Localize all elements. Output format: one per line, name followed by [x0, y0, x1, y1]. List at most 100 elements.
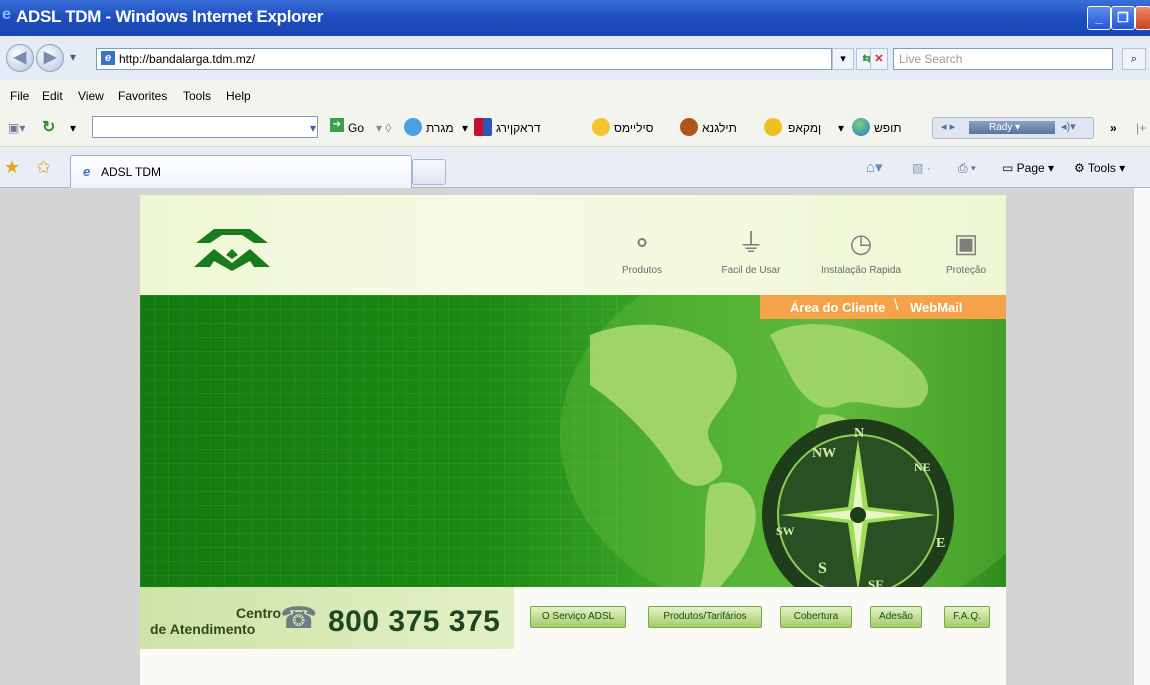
globe-icon [852, 118, 870, 136]
history-dropdown-icon[interactable]: ▾ [70, 50, 76, 64]
atendimento-label: de Atendimento [150, 621, 256, 637]
produtos-tarifarios-button[interactable]: Produtos/Tarifários [648, 606, 762, 628]
nav-instalacao-rapida[interactable]: ◷ Instalação Rapida [816, 225, 906, 276]
cobertura-button[interactable]: Cobertura [780, 606, 852, 628]
web-page: ⚬ Produtos ⏚ Facil de Usar ◷ Instalação … [140, 195, 1006, 685]
window-title: ADSL TDM - Windows Internet Explorer [16, 7, 324, 26]
compass-ne: NE [914, 460, 931, 474]
ie-tab-icon: e [83, 164, 91, 179]
menu-edit[interactable]: Edit [42, 89, 63, 103]
radio-station-select[interactable]: Rady ▾ [969, 121, 1055, 134]
compass-nw: NW [812, 446, 836, 461]
phone-number: 800 375 375 [328, 605, 501, 638]
add-favorite-icon[interactable]: ✩ [36, 157, 51, 178]
toolbar-input-dropdown-icon[interactable]: ▾ [310, 121, 316, 135]
smiley-icon [592, 118, 610, 136]
print-icon[interactable]: ⎙ ▾ [958, 161, 976, 176]
coins-icon: ⚬ [631, 228, 653, 258]
bottom-nav: Centro de Atendimento ☎ 800 375 375 O Se… [140, 587, 1006, 685]
compass-n: N [854, 426, 864, 441]
compass-e: E [936, 536, 945, 551]
flag-icon [474, 118, 492, 136]
close-button[interactable] [1135, 6, 1150, 30]
menu-bar: File Edit View Favorites Tools Help [0, 80, 1150, 110]
nav-produtos[interactable]: ⚬ Produtos [612, 225, 672, 276]
call-center-panel: Centro de Atendimento ☎ 800 375 375 [140, 587, 514, 649]
tools-menu[interactable]: ⚙ Tools ▾ [1074, 161, 1125, 175]
page-menu[interactable]: ▭ Page ▾ [1002, 161, 1054, 175]
toolbar-link-5[interactable]: ןמקאפ [788, 121, 821, 135]
volume-icon[interactable]: ◂)▾ [1061, 120, 1076, 133]
clock-icon: ◷ [849, 228, 873, 258]
toolbar-dropdown-1[interactable]: ▾ [462, 121, 468, 135]
client-area-bar: Área do Cliente \ WebMail [760, 295, 1006, 319]
pacman-icon [764, 118, 782, 136]
page-icon: e [101, 51, 115, 65]
back-button[interactable]: ◀ [6, 44, 34, 72]
plug-icon: ⏚ [737, 228, 764, 258]
nav-protecao[interactable]: ▣ Proteção [936, 225, 996, 276]
address-input[interactable]: e http://bandalarga.tdm.mz/ [96, 48, 832, 70]
toolbar-separator-icon: ▾ ◊ [376, 121, 392, 135]
toolbar-link-2[interactable]: דראקןירג [496, 121, 541, 135]
new-tab-button[interactable] [412, 159, 446, 185]
dictionary-icon [404, 118, 422, 136]
toolbar-link-3[interactable]: סיליימס [614, 121, 653, 135]
toolbar-dropdown-2[interactable]: ▾ [838, 121, 844, 135]
menu-view[interactable]: View [78, 89, 104, 103]
toolbar-add-icon[interactable]: |+ [1136, 121, 1146, 135]
tab-bar: ★ ✩ e ADSL TDM ⌂▾ ▧ · ⎙ ▾ ▭ Page ▾ ⚙ Too… [0, 147, 1150, 188]
abc-icon [680, 118, 698, 136]
radio-controls-icon[interactable]: ◂ ▸ [941, 120, 955, 133]
menu-tools[interactable]: Tools [183, 89, 211, 103]
compass-s: S [818, 560, 827, 577]
search-button[interactable]: ⌕ [1122, 48, 1146, 70]
compass-image: NW N NE E SE S SW [762, 419, 954, 587]
slash-divider: \ [894, 297, 899, 314]
adesao-button[interactable]: Adesão [870, 606, 922, 628]
servico-adsl-button[interactable]: O Serviço ADSL [530, 606, 626, 628]
feeds-icon[interactable]: ▧ · [912, 161, 931, 175]
nav-facil-de-usar[interactable]: ⏚ Facil de Usar [716, 225, 786, 276]
radio-player[interactable]: ◂ ▸ Rady ▾ ◂)▾ [932, 117, 1094, 139]
grid-pattern [140, 295, 620, 587]
stop-button[interactable]: ✕ [870, 48, 888, 70]
faq-button[interactable]: F.A.Q. [944, 606, 990, 628]
client-area-link[interactable]: Área do Cliente [790, 300, 885, 315]
title-bar: e ADSL TDM - Windows Internet Explorer _… [0, 0, 1150, 36]
go-button[interactable]: Go [348, 121, 364, 135]
address-url: http://bandalarga.tdm.mz/ [119, 52, 256, 66]
vertical-scrollbar[interactable] [1133, 188, 1150, 685]
search-input[interactable]: Live Search [893, 48, 1113, 70]
toolbar-search-input[interactable] [92, 116, 318, 138]
address-dropdown-button[interactable]: ▾ [832, 48, 854, 70]
toolbar-link-1[interactable]: מגרת [426, 121, 454, 135]
favorites-star-icon[interactable]: ★ [4, 157, 20, 178]
compass-se: SE [868, 577, 884, 587]
tab-label: ADSL TDM [101, 165, 162, 179]
maximize-button[interactable]: ❐ [1111, 6, 1135, 30]
toolbar-recycle-icon[interactable]: ↻ [42, 117, 55, 137]
go-arrow-icon[interactable]: ➔ [330, 118, 344, 132]
tdm-logo[interactable] [192, 225, 272, 271]
menu-favorites[interactable]: Favorites [118, 89, 167, 103]
hero-banner: Área do Cliente \ WebMail NW N NE E SE S… [140, 295, 1006, 587]
menu-help[interactable]: Help [226, 89, 251, 103]
toolbar-dropdown-icon[interactable]: ▾ [70, 121, 76, 135]
home-icon[interactable]: ⌂▾ [866, 158, 883, 176]
toolbar-grid-icon[interactable]: ▣▾ [8, 121, 25, 135]
search-icon: ⌕ [1130, 53, 1138, 65]
forward-button[interactable]: ▶ [36, 44, 64, 72]
menu-file[interactable]: File [10, 89, 29, 103]
site-header: ⚬ Produtos ⏚ Facil de Usar ◷ Instalação … [140, 195, 1006, 295]
minimize-button[interactable]: _ [1087, 6, 1111, 30]
search-placeholder: Live Search [899, 52, 963, 66]
address-toolbar: ◀ ▶ ▾ e http://bandalarga.tdm.mz/ ▾ ⇆ ✕ … [0, 36, 1150, 80]
links-toolbar: ▣▾ ↻ ▾ ▾ ➔ Go ▾ ◊ מגרת ▾ דראקןירג סיליימ… [0, 110, 1150, 147]
toolbar-more-button[interactable]: » [1110, 121, 1117, 135]
compass-sw: SW [776, 524, 795, 538]
toolbar-link-4[interactable]: תילגנא [702, 121, 737, 135]
toolbar-link-6[interactable]: תופש [874, 121, 902, 135]
tab-adsl-tdm[interactable]: e ADSL TDM [70, 155, 412, 188]
webmail-link[interactable]: WebMail [910, 300, 963, 315]
